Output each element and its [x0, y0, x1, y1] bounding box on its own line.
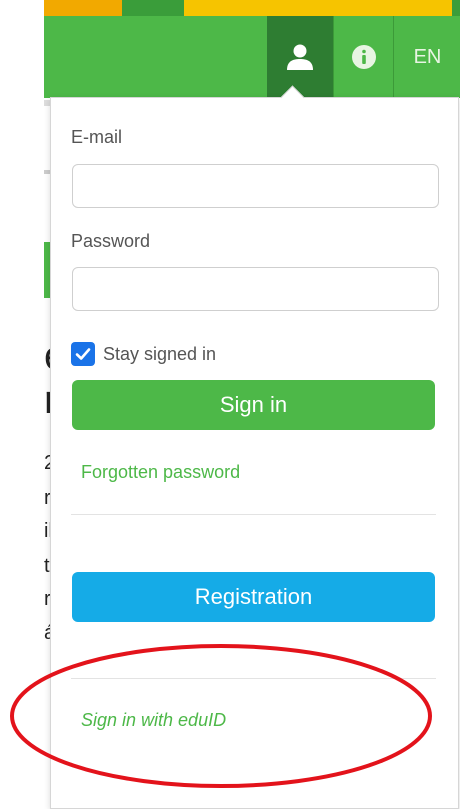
user-account-button[interactable]: [267, 16, 333, 98]
stay-signed-in-checkbox[interactable]: [71, 342, 95, 366]
top-color-stripe: [44, 0, 460, 16]
email-field[interactable]: [72, 164, 439, 208]
language-switcher[interactable]: EN: [393, 16, 460, 98]
user-icon: [287, 44, 313, 70]
info-icon: [352, 45, 376, 69]
stripe-green: [122, 0, 184, 16]
stripe-yellow: [184, 0, 452, 16]
password-label: Password: [71, 231, 151, 251]
checkmark-icon: [75, 348, 91, 360]
language-label: EN: [413, 45, 442, 68]
registration-label: Registration: [194, 584, 313, 609]
divider: [71, 514, 436, 515]
email-label: E-mail: [71, 127, 123, 147]
background-text-fragment: t: [44, 555, 50, 577]
login-dropdown: E-mail Password Stay signed in Sign in F…: [50, 85, 459, 809]
forgotten-password-link[interactable]: Forgotten password: [81, 462, 240, 483]
sign-in-button[interactable]: Sign in: [72, 380, 435, 430]
site-header: EN: [44, 16, 460, 98]
divider: [71, 678, 436, 679]
sign-in-with-eduid-link[interactable]: Sign in with eduID: [81, 710, 226, 731]
stay-signed-in-row: Stay signed in: [71, 342, 216, 366]
info-button[interactable]: [333, 16, 394, 98]
stay-signed-in-label: Stay signed in: [103, 343, 217, 364]
stripe-green-end: [452, 0, 460, 16]
password-field[interactable]: [72, 267, 439, 311]
sign-in-label: Sign in: [219, 392, 288, 417]
registration-button[interactable]: Registration: [72, 572, 435, 622]
stripe-orange: [44, 0, 122, 16]
